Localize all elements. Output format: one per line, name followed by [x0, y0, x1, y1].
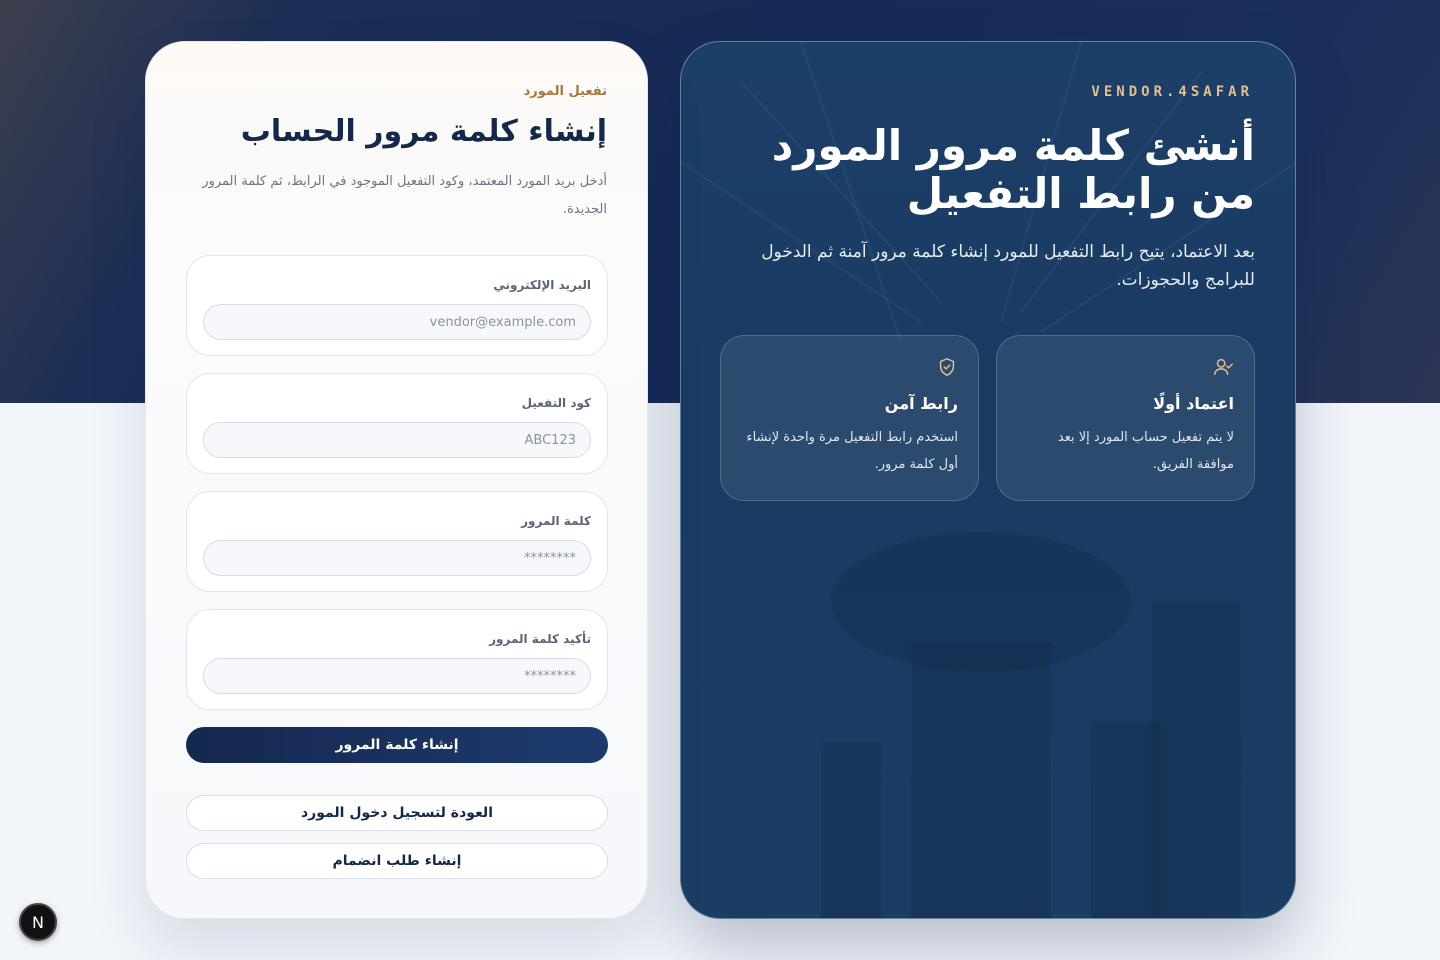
password-input[interactable]: [203, 540, 591, 576]
email-field-group: البريد الإلكتروني: [186, 255, 608, 356]
feature-card-approval: اعتماد أولًا لا يتم تفعيل حساب المورد إل…: [996, 335, 1255, 501]
nextjs-dev-badge[interactable]: N: [19, 903, 57, 941]
hero-panel: VENDOR.4SAFAR أنشئ كلمة مرور المورد من ر…: [680, 41, 1296, 919]
activation-code-input[interactable]: [203, 422, 591, 458]
feature-title: رابط آمن: [884, 394, 958, 413]
feature-title: اعتماد أولًا: [1153, 394, 1234, 413]
page-title: إنشاء كلمة مرور الحساب: [240, 114, 607, 149]
form-description: أدخل بريد المورد المعتمد، وكود التفعيل ا…: [202, 174, 607, 217]
feature-text: لا يتم تفعيل حساب المورد إلا بعد موافقة …: [1057, 430, 1234, 472]
confirm-password-field-group: تأكيد كلمة المرور: [186, 609, 608, 710]
shield-check-icon: [939, 358, 955, 376]
activation-code-field-group: كود التفعيل: [186, 373, 608, 474]
confirm-password-input[interactable]: [203, 658, 591, 694]
password-label: كلمة المرور: [521, 514, 591, 528]
email-label: البريد الإلكتروني: [493, 278, 591, 292]
confirm-password-label: تأكيد كلمة المرور: [489, 632, 591, 646]
activation-code-label: كود التفعيل: [521, 396, 591, 410]
brand-label: VENDOR.4SAFAR: [1091, 84, 1253, 100]
back-to-login-button[interactable]: العودة لتسجيل دخول المورد: [186, 795, 608, 831]
user-check-icon: [1214, 358, 1233, 376]
password-field-group: كلمة المرور: [186, 491, 608, 592]
create-password-button[interactable]: إنشاء كلمة المرور: [186, 727, 608, 763]
feature-card-secure-link: رابط آمن استخدم رابط التفعيل مرة واحدة ل…: [720, 335, 979, 501]
feature-text: استخدم رابط التفعيل مرة واحدة لإنشاء أول…: [746, 430, 958, 472]
activation-form-card: تفعيل المورد إنشاء كلمة مرور الحساب أدخل…: [145, 41, 648, 919]
eyebrow-label: تفعيل المورد: [523, 84, 607, 99]
email-input[interactable]: [203, 304, 591, 340]
hero-subtitle: بعد الاعتماد، يتيح رابط التفعيل للمورد إ…: [761, 242, 1255, 290]
create-join-request-button[interactable]: إنشاء طلب انضمام: [186, 843, 608, 879]
hero-title: أنشئ كلمة مرور المورد من رابط التفعيل: [771, 121, 1255, 218]
